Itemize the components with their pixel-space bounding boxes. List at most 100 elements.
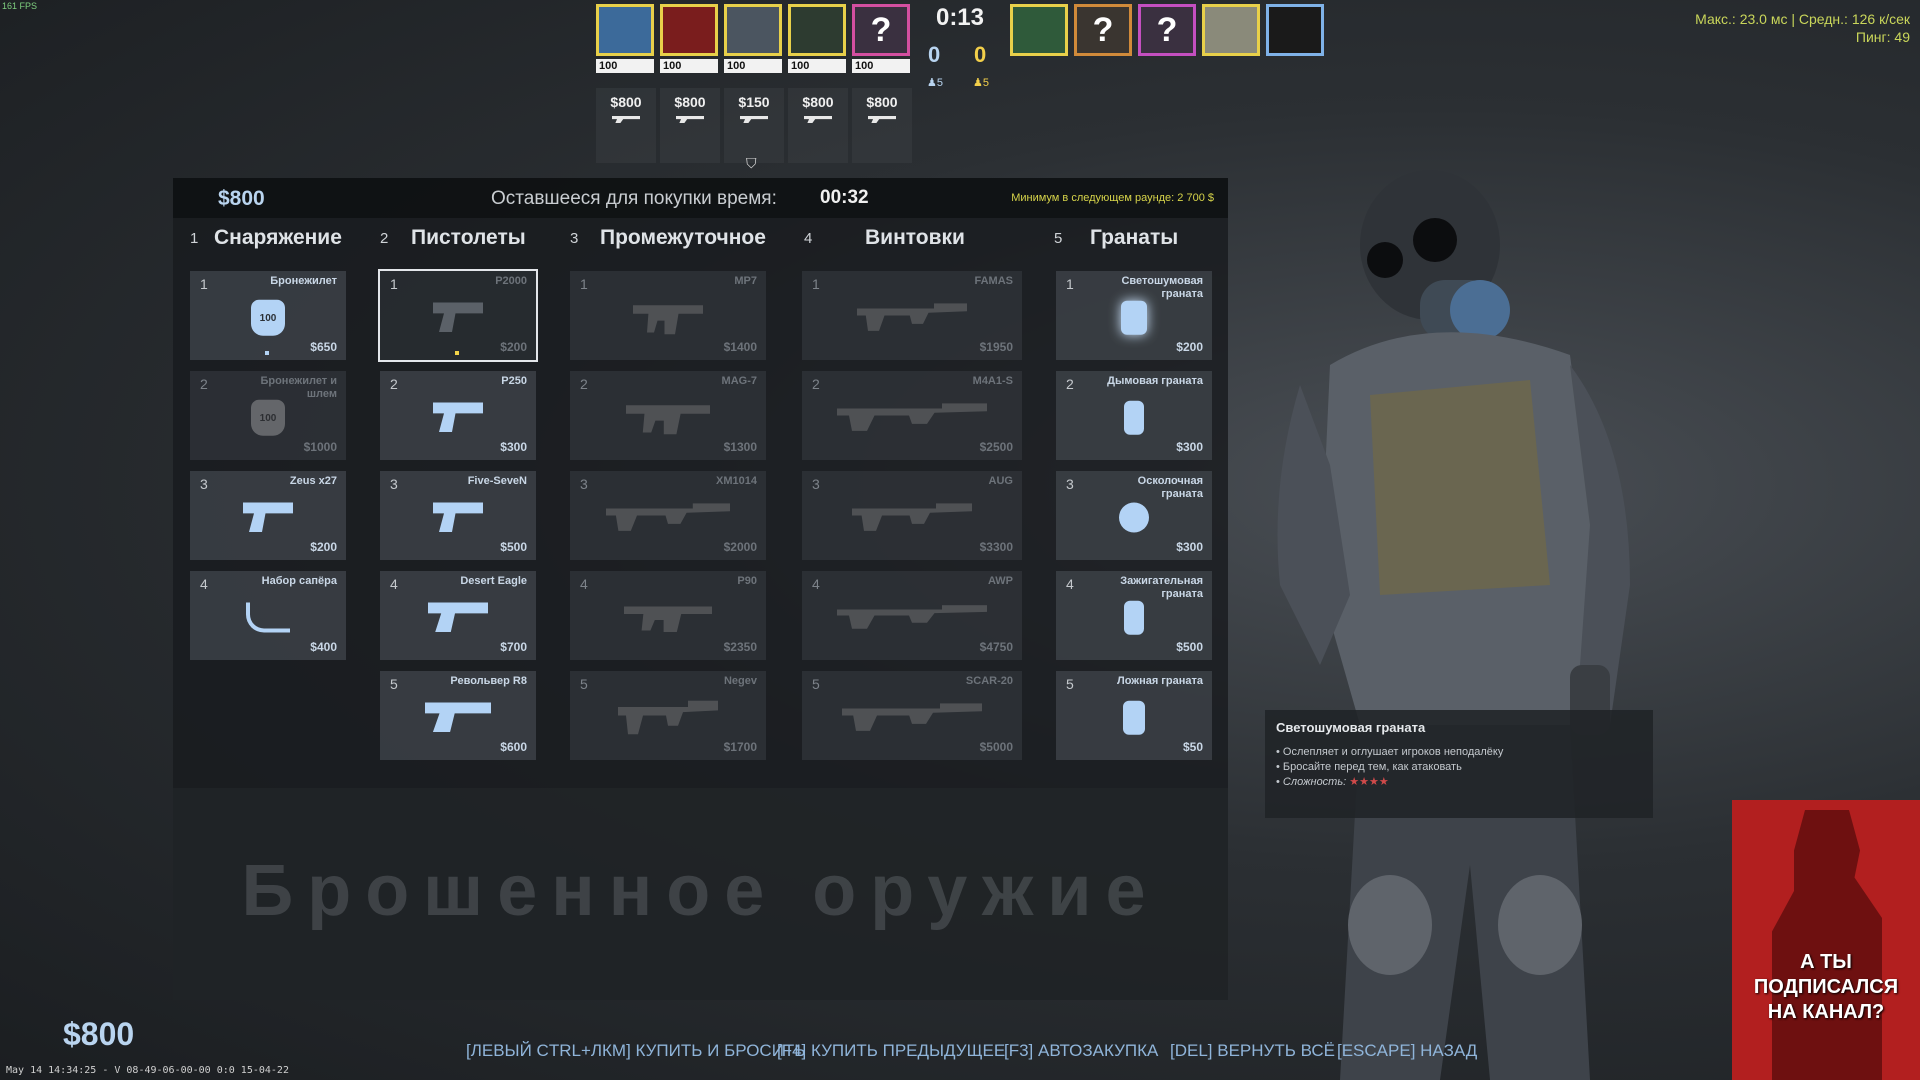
mp7-icon	[633, 305, 703, 335]
zeus-icon	[243, 502, 293, 532]
buy-item-r8-revolver[interactable]: 5 Револьвер R8 $600	[380, 671, 536, 760]
buy-item-p90[interactable]: 4 P90 $2350	[570, 571, 766, 660]
item-price: $300	[1176, 440, 1203, 454]
item-name: Five-SeveN	[467, 475, 527, 487]
player-money: $800	[660, 88, 720, 163]
net-graph: Макс.: 23.0 мс | Средн.: 126 к/сек Пинг:…	[1695, 10, 1910, 46]
alive-count-ct: ♟5	[927, 77, 943, 89]
buy-item-mp7[interactable]: 1 MP7 $1400	[570, 271, 766, 360]
item-slot: 5	[812, 676, 820, 692]
mag7-icon	[626, 405, 710, 435]
item-name: Бронежилет	[270, 275, 337, 287]
item-price: $200	[1176, 340, 1203, 354]
item-name: Осколочная граната	[1137, 475, 1203, 500]
item-price: $300	[500, 440, 527, 454]
buy-item-incendiary[interactable]: 4 Зажигательная граната $500	[1056, 571, 1212, 660]
pistol-icon	[612, 116, 640, 123]
item-slot: 1	[812, 276, 820, 292]
player-avatar	[596, 4, 654, 56]
unknown-mark: ?	[1156, 11, 1178, 49]
defuse-kit-icon	[246, 602, 290, 632]
buy-item-decoy[interactable]: 5 Ложная граната $50	[1056, 671, 1212, 760]
item-price: $200	[310, 540, 337, 554]
item-name: P90	[737, 575, 757, 587]
item-name: Зажигательная граната	[1120, 575, 1203, 600]
pistol-icon	[740, 116, 768, 123]
hint-autobuy[interactable]: [F3] АВТОЗАКУПКА	[1004, 1041, 1158, 1061]
item-slot: 4	[390, 576, 398, 592]
item-price: $2350	[723, 640, 757, 654]
item-slot: 2	[580, 376, 588, 392]
pistol-icon	[676, 116, 704, 123]
item-slot: 5	[580, 676, 588, 692]
buy-item-awp[interactable]: 4 AWP $4750	[802, 571, 1022, 660]
item-name: Светошумовая граната	[1121, 275, 1203, 300]
xm1014-icon	[606, 502, 730, 531]
poster-line: НА КАНАЛ?	[1767, 1001, 1885, 1023]
p2000-icon	[433, 302, 483, 332]
buy-item-kevlar-helmet[interactable]: 2 Бронежилет и шлем 100 $1000	[190, 371, 346, 460]
kevlar-helmet-icon: 100	[251, 399, 285, 436]
item-name: XM1014	[716, 475, 757, 487]
buy-item-p250[interactable]: 2 P250 $300	[380, 371, 536, 460]
player-money: $800	[596, 88, 656, 163]
category-title: Промежуточное	[600, 226, 766, 249]
buy-time-label: Оставшееся для покупки время:	[491, 188, 777, 209]
buy-item-aug[interactable]: 3 AUG $3300	[802, 471, 1022, 560]
item-price: $300	[1176, 540, 1203, 554]
smoke-grenade-icon	[1124, 400, 1144, 435]
category-number: 4	[804, 230, 813, 247]
category-title: Гранаты	[1090, 226, 1179, 249]
buy-item-zeus[interactable]: 3 Zeus x27 $200	[190, 471, 346, 560]
buy-item-xm1014[interactable]: 3 XM1014 $2000	[570, 471, 766, 560]
item-price: $500	[500, 540, 527, 554]
subscribe-poster: А ТЫ ПОДПИСАЛСЯ НА КАНАЛ?	[1732, 800, 1920, 1080]
decoy-grenade-icon	[1123, 700, 1145, 735]
buy-item-desert-eagle[interactable]: 4 Desert Eagle $700	[380, 571, 536, 660]
item-price: $500	[1176, 640, 1203, 654]
buy-item-p2000[interactable]: 1 P2000 $200	[378, 269, 538, 362]
buy-item-negev[interactable]: 5 Negev $1700	[570, 671, 766, 760]
buy-item-defuse-kit[interactable]: 4 Набор сапёра $400	[190, 571, 346, 660]
item-slot: 3	[200, 476, 208, 492]
item-price: $5000	[979, 740, 1013, 754]
buy-item-famas[interactable]: 1 FAMAS $1950	[802, 271, 1022, 360]
hint-buy-previous[interactable]: [F4] КУПИТЬ ПРЕДЫДУЩЕЕ	[777, 1041, 1005, 1061]
next-round-minimum: Минимум в следующем раунде: 2 700 $	[1011, 192, 1214, 204]
item-price: $1000	[303, 440, 337, 454]
buy-item-flashbang[interactable]: 1 Светошумовая граната $200	[1056, 271, 1212, 360]
player-hp: 100	[788, 59, 846, 73]
buy-item-five-seven[interactable]: 3 Five-SeveN $500	[380, 471, 536, 560]
player-money: $800	[852, 88, 912, 163]
item-name: MAG-7	[721, 375, 757, 387]
hint-buy-and-drop[interactable]: [ЛЕВЫЙ CTRL+ЛКМ] КУПИТЬ И БРОСИТЬ	[466, 1041, 805, 1061]
item-name: Бронежилет и шлем	[260, 375, 337, 400]
hint-escape-back[interactable]: [ESCAPE] НАЗАД	[1337, 1041, 1477, 1061]
item-price: $2000	[723, 540, 757, 554]
player-hp: 100	[724, 59, 782, 73]
buy-item-m4a1s[interactable]: 2 M4A1-S $2500	[802, 371, 1022, 460]
poster-line: А ТЫ ПОДПИСАЛСЯ	[1753, 951, 1899, 998]
item-name: Дымовая граната	[1107, 375, 1203, 387]
item-name: AUG	[988, 475, 1013, 487]
item-slot: 2	[390, 376, 398, 392]
round-clock: 0:13	[935, 4, 985, 31]
alive-count-t: ♟5	[973, 77, 989, 89]
item-slot: 2	[812, 376, 820, 392]
category-number: 3	[570, 230, 579, 247]
enemy-avatar-unknown: ?	[1138, 4, 1196, 56]
p250-icon	[433, 402, 483, 432]
buy-item-mag7[interactable]: 2 MAG-7 $1300	[570, 371, 766, 460]
buy-item-smoke[interactable]: 2 Дымовая граната $300	[1056, 371, 1212, 460]
buy-item-kevlar[interactable]: 1 Бронежилет 100 $650	[190, 271, 346, 360]
buy-item-he-grenade[interactable]: 3 Осколочная граната $300	[1056, 471, 1212, 560]
he-grenade-icon	[1119, 502, 1149, 532]
famas-icon	[857, 302, 967, 331]
item-price: $650	[310, 340, 337, 354]
enemy-avatar	[1010, 4, 1068, 56]
item-price: $2500	[979, 440, 1013, 454]
flashbang-icon	[1121, 300, 1147, 335]
hint-sell-all[interactable]: [DEL] ВЕРНУТЬ ВСЁ	[1170, 1041, 1335, 1061]
buy-item-scar20[interactable]: 5 SCAR-20 $5000	[802, 671, 1022, 760]
enemy-avatar	[1266, 4, 1324, 56]
